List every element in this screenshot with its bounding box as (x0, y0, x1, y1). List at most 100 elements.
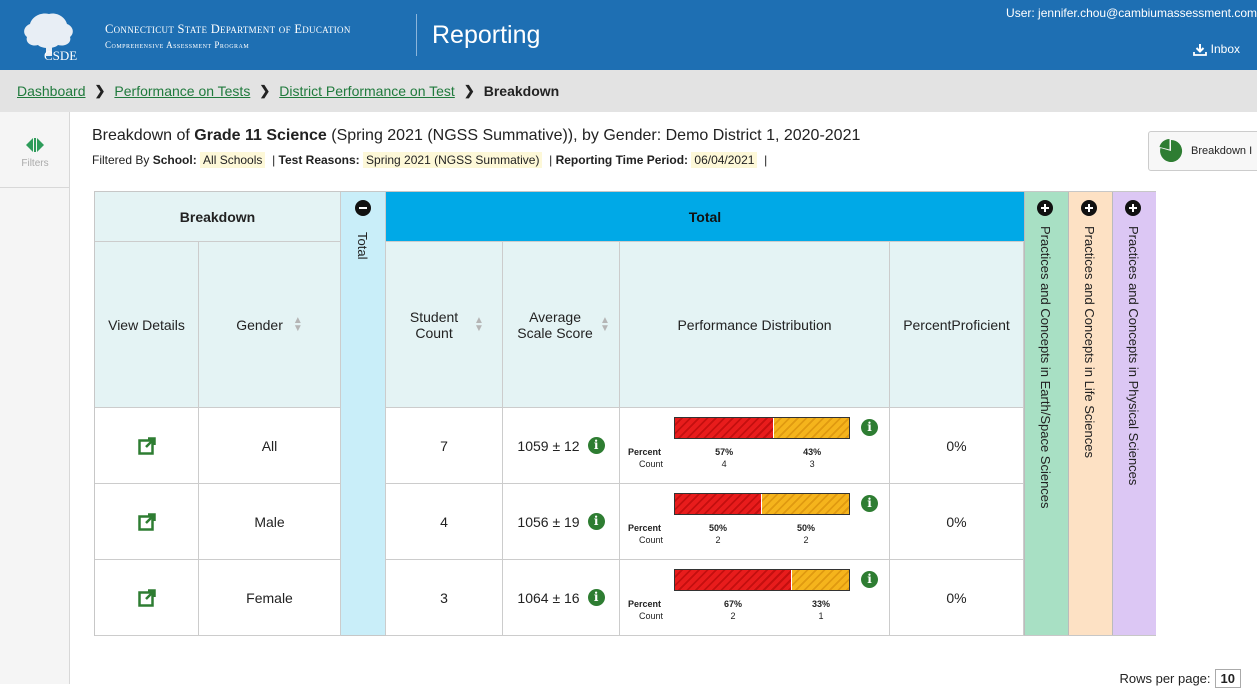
expand-arrows-icon (26, 138, 44, 152)
sort-icon[interactable]: ▲ ▼ (293, 315, 303, 333)
org-line2: Comprehensive Assessment Program (105, 40, 250, 50)
life-sciences-column: Practices and Concepts in Life Sciences (1068, 192, 1112, 635)
pie-chart-icon (1159, 139, 1183, 162)
school-filter-value: All Schools (200, 152, 266, 168)
avg-scale-score-value: 1059 ± 12 (517, 437, 580, 454)
expand-icon[interactable] (1037, 200, 1053, 216)
gender-cell: Male (199, 484, 341, 560)
chevron-right-icon: ❯ (463, 83, 475, 98)
level-2-count: 2 (803, 535, 809, 545)
sort-icon[interactable]: ▲ ▼ (474, 315, 484, 333)
avg-scale-score-header[interactable]: Average Scale Score ▲ ▼ (503, 242, 620, 408)
distribution-bar (674, 417, 850, 439)
collapse-icon[interactable] (355, 200, 371, 216)
rows-per-page-select[interactable]: 10 (1214, 669, 1241, 688)
filter-summary: Filtered By School: All Schools | Test R… (92, 152, 768, 168)
breadcrumb-district-performance[interactable]: District Performance on Test (279, 83, 455, 99)
breadcrumb-dashboard[interactable]: Dashboard (17, 83, 86, 99)
app-header: CSDE Connecticut State Department of Edu… (0, 0, 1257, 70)
distribution-bar (674, 493, 850, 515)
percent-proficient-cell: 0% (890, 560, 1024, 636)
filters-toggle-button[interactable]: Filters (0, 126, 70, 188)
breadcrumb: Dashboard ❯ Performance on Tests ❯ Distr… (0, 70, 1257, 112)
info-icon[interactable]: i (587, 589, 605, 606)
gender-header-label: Gender (236, 316, 283, 333)
level-2-percent: 43% (803, 447, 822, 457)
gender-header[interactable]: Gender ▲ ▼ (199, 242, 341, 408)
breakdown-button-label: Breakdown I (1191, 145, 1253, 157)
performance-distribution-cell: i Percent Count 57% 43% 4 3 (620, 408, 890, 484)
report-title: Breakdown of Grade 11 Science (Spring 20… (92, 127, 860, 145)
inbox-button[interactable]: Inbox (1192, 42, 1240, 56)
breakdown-table: Breakdown Total Total View Details Gende… (94, 191, 1156, 636)
physical-sciences-column: Practices and Concepts in Physical Scien… (1112, 192, 1156, 635)
level-2-percent: 33% (811, 599, 830, 609)
view-details-header: View Details (95, 242, 199, 408)
org-name: Connecticut State Department of Educatio… (105, 22, 351, 50)
info-icon[interactable]: i (587, 437, 605, 454)
level-1-percent: 67% (723, 599, 742, 609)
avg-scale-score-value: 1064 ± 16 (517, 589, 580, 606)
info-icon[interactable]: i (861, 495, 878, 512)
total-header: Total (386, 192, 1024, 242)
csde-logo: CSDE (18, 8, 80, 63)
open-details-icon[interactable] (137, 588, 156, 607)
count-row-label: Count (639, 611, 664, 621)
view-details-cell (95, 484, 199, 560)
org-line1: Connecticut State Department of Educatio… (105, 22, 351, 36)
total-collapsed-label: Total (355, 232, 370, 260)
title-prefix: Breakdown of (92, 127, 195, 144)
percent-proficient-cell: 0% (890, 408, 1024, 484)
avg-scale-score-cell: 1059 ± 12 i (503, 408, 620, 484)
gender-cell: All (199, 408, 341, 484)
percent-row-label: Percent (628, 599, 662, 609)
reasons-filter-label: Test Reasons: (278, 153, 360, 167)
download-icon (1192, 43, 1207, 56)
school-filter-label: School: (152, 153, 197, 167)
performance-distribution-chart: i Percent Count 57% 43% 4 3 (620, 408, 890, 484)
breakdown-button[interactable]: Breakdown I (1148, 131, 1257, 171)
left-panel: Filters (0, 112, 70, 684)
rows-per-page: Rows per page: 10 (1119, 669, 1241, 688)
info-icon[interactable]: i (861, 571, 878, 588)
life-sciences-label: Practices and Concepts in Life Sciences (1082, 226, 1097, 458)
avg-scale-score-value: 1056 ± 19 (517, 513, 580, 530)
expand-icon[interactable] (1081, 200, 1097, 216)
level-1-count: 2 (730, 611, 736, 621)
level-2-count: 1 (818, 611, 824, 621)
chevron-right-icon: ❯ (94, 83, 106, 98)
performance-distribution-cell: i Percent Count 50% 50% 2 2 (620, 484, 890, 560)
avg-scale-score-header-label: Average Scale Score (517, 308, 593, 341)
filter-prefix: Filtered By (92, 153, 153, 167)
student-count-header[interactable]: Student Count ▲ ▼ (386, 242, 503, 408)
count-row-label: Count (639, 535, 664, 545)
breadcrumb-performance-on-tests[interactable]: Performance on Tests (114, 83, 250, 99)
performance-distribution-cell: i Percent Count 67% 33% 2 1 (620, 560, 890, 636)
level-1-count: 2 (715, 535, 721, 545)
info-icon[interactable]: i (587, 513, 605, 530)
student-count-cell: 7 (386, 408, 503, 484)
logo-text: CSDE (44, 48, 77, 62)
performance-distribution-header: Performance Distribution (620, 242, 890, 408)
reasons-filter-value: Spring 2021 (NGSS Summative) (363, 152, 543, 168)
open-details-icon[interactable] (137, 436, 156, 455)
count-row-label: Count (639, 459, 664, 469)
level-2-percent: 50% (796, 523, 815, 533)
sort-icon[interactable]: ▲ ▼ (600, 315, 610, 333)
level-1-count: 4 (721, 459, 727, 469)
expand-icon[interactable] (1125, 200, 1141, 216)
level-1-segment (675, 494, 762, 514)
percent-row-label: Percent (628, 447, 662, 457)
percent-proficient-header: PercentProficient (890, 242, 1024, 408)
open-details-icon[interactable] (137, 512, 156, 531)
title-suffix: (Spring 2021 (NGSS Summative)), by Gende… (326, 127, 861, 144)
app-title: Reporting (432, 21, 541, 49)
level-2-count: 3 (809, 459, 815, 469)
physical-sciences-label: Practices and Concepts in Physical Scien… (1126, 226, 1141, 486)
avg-scale-score-cell: 1056 ± 19 i (503, 484, 620, 560)
performance-distribution-chart: i Percent Count 67% 33% 2 1 (620, 560, 890, 636)
level-2-segment (774, 418, 849, 438)
earth-space-sciences-label: Practices and Concepts in Earth/Space Sc… (1038, 226, 1053, 509)
info-icon[interactable]: i (861, 419, 878, 436)
filters-label: Filters (21, 158, 49, 169)
